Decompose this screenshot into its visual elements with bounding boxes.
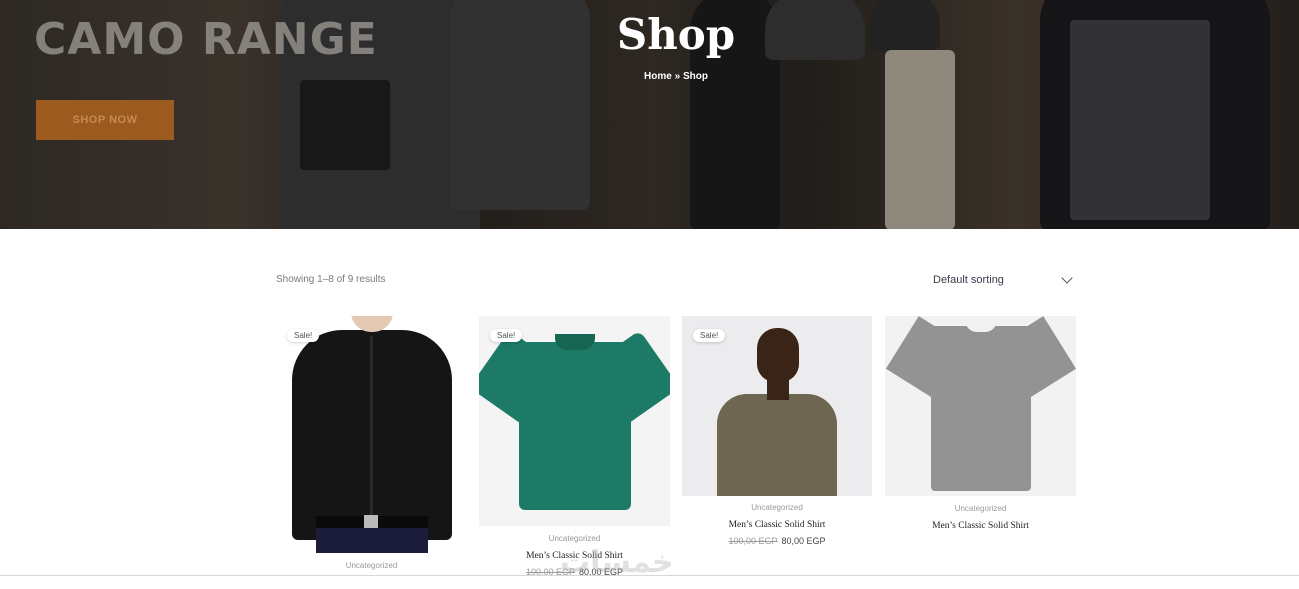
chevron-down-icon <box>1061 272 1073 284</box>
product-image-shape <box>370 336 373 526</box>
sorting-select[interactable]: Default sorting <box>933 271 1075 289</box>
product-image-shape <box>316 528 428 553</box>
product-title[interactable]: Men’s Classic Solid Shirt <box>682 520 872 530</box>
product-price: 100,00 EGP 80,00 EGP <box>682 536 872 546</box>
product-card[interactable]: Sale! Uncategorized <box>276 316 467 576</box>
sale-badge: Sale! <box>490 329 523 342</box>
page-divider <box>0 575 1299 576</box>
product-category[interactable]: Uncategorized <box>682 503 872 512</box>
product-card[interactable]: Sale! Uncategorized Men’s Classic Solid … <box>682 316 872 556</box>
page-hero-banner: CAMO RANGE SHOP NOW Shop Home » Shop <box>0 0 1299 229</box>
product-category[interactable]: Uncategorized <box>276 561 467 570</box>
product-image[interactable] <box>885 316 1076 496</box>
result-count: Showing 1–8 of 9 results <box>276 274 386 285</box>
product-image-shape <box>364 515 378 529</box>
product-image-shape <box>757 328 799 382</box>
product-image-shape <box>555 334 595 350</box>
product-image[interactable] <box>276 316 467 553</box>
banner-shop-now-button: SHOP NOW <box>36 100 174 140</box>
product-image-shape <box>519 342 631 510</box>
product-image-shape <box>717 394 837 496</box>
page-title: Shop <box>616 10 736 59</box>
product-image[interactable] <box>682 316 872 496</box>
product-card[interactable]: Sale! Uncategorized Men’s Classic Solid … <box>479 316 670 577</box>
breadcrumb[interactable]: Home » Shop <box>0 71 1299 82</box>
sorting-select-value: Default sorting <box>933 274 1004 286</box>
product-category[interactable]: Uncategorized <box>885 504 1076 513</box>
product-title[interactable]: Men’s Classic Solid Shirt <box>885 521 1076 531</box>
sale-badge: Sale! <box>693 329 726 342</box>
product-image[interactable] <box>479 316 670 526</box>
product-category[interactable]: Uncategorized <box>479 534 670 543</box>
product-card[interactable]: Uncategorized Men’s Classic Solid Shirt <box>885 316 1076 556</box>
product-sale-price: 80,00 EGP <box>781 536 826 546</box>
product-image-shape <box>931 326 1031 491</box>
product-old-price: 100,00 EGP <box>728 536 778 546</box>
sale-badge: Sale! <box>287 329 320 342</box>
